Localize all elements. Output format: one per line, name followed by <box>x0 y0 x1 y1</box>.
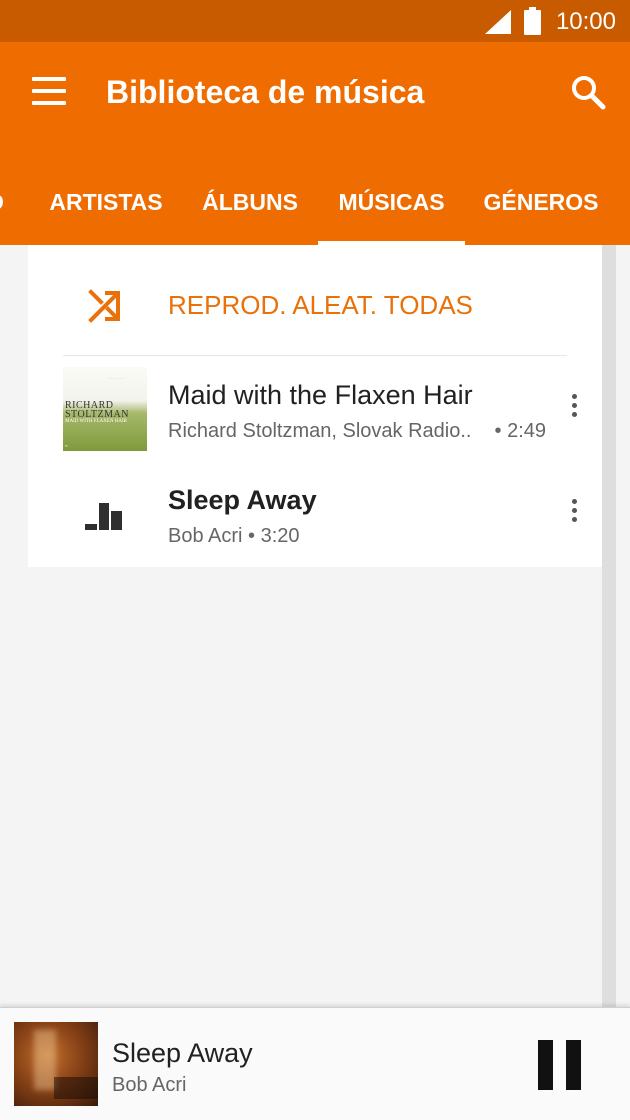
song-artist: Bob Acri • 3:20 <box>168 525 300 547</box>
app-bar: Biblioteca de música O ARTISTAS ÁLBUNS M… <box>0 42 630 245</box>
list-item[interactable]: · · · · · · · RICHARD STOLTZMAN MAID WIT… <box>28 356 602 461</box>
album-art-footer: ▪▪ <box>65 443 68 448</box>
song-list: REPROD. ALEAT. TODAS · · · · · · · RICHA… <box>28 245 602 567</box>
tab-musicas[interactable]: MÚSICAS <box>318 177 465 245</box>
album-art-caption: · · · · · · · <box>108 376 124 381</box>
tab-partial[interactable]: O <box>0 177 10 245</box>
menu-icon[interactable] <box>30 77 68 107</box>
album-art-text: MAID WITH FLAXEN HAIR <box>65 419 127 424</box>
battery-icon <box>524 7 541 35</box>
tab-bar: O ARTISTAS ÁLBUNS MÚSICAS GÉNEROS <box>0 177 630 245</box>
pause-icon[interactable] <box>538 1040 582 1090</box>
now-playing-bar[interactable]: Sleep Away Bob Acri <box>0 1007 630 1120</box>
list-item[interactable]: Sleep Away Bob Acri • 3:20 <box>28 461 602 566</box>
more-options-icon[interactable] <box>564 394 584 424</box>
equalizer-icon <box>85 503 122 530</box>
page-title: Biblioteca de música <box>106 74 425 110</box>
now-playing-title: Sleep Away <box>112 1038 253 1068</box>
tab-artistas[interactable]: ARTISTAS <box>44 177 168 245</box>
now-playing-album-art <box>14 1022 98 1106</box>
tab-generos[interactable]: GÉNEROS <box>478 177 604 245</box>
song-artist: Richard Stoltzman, Slovak Radio.. <box>168 420 472 442</box>
status-time: 10:00 <box>555 8 616 35</box>
song-title: Sleep Away <box>168 485 317 515</box>
more-options-icon[interactable] <box>564 499 584 529</box>
status-bar: 10:00 <box>0 0 630 42</box>
shuffle-all-label: REPROD. ALEAT. TODAS <box>168 290 473 320</box>
song-duration: • 2:49 <box>494 420 546 442</box>
now-playing-artist: Bob Acri <box>112 1074 187 1096</box>
album-art: · · · · · · · RICHARD STOLTZMAN MAID WIT… <box>63 367 147 451</box>
scrollbar[interactable] <box>602 245 616 1007</box>
shuffle-all-button[interactable]: REPROD. ALEAT. TODAS <box>28 245 602 355</box>
song-title: Maid with the Flaxen Hair <box>168 380 473 410</box>
tab-albuns[interactable]: ÁLBUNS <box>195 177 305 245</box>
shuffle-icon <box>88 289 120 323</box>
search-icon[interactable] <box>568 72 608 112</box>
signal-icon <box>485 10 511 34</box>
